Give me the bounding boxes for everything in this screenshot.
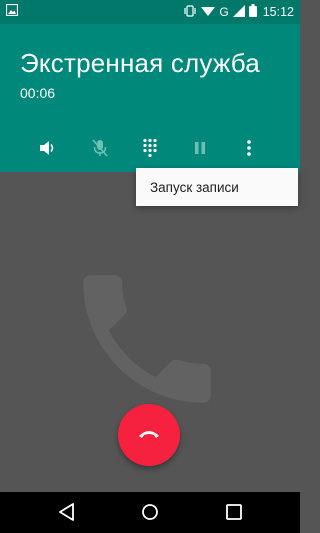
mute-icon bbox=[92, 138, 108, 162]
home-icon[interactable] bbox=[140, 502, 160, 527]
speaker-button[interactable] bbox=[28, 128, 68, 172]
vibrate-icon bbox=[183, 4, 197, 20]
speaker-icon bbox=[39, 139, 57, 162]
call-controls bbox=[0, 128, 300, 172]
battery-icon bbox=[248, 4, 257, 20]
status-time: 15:12 bbox=[262, 5, 294, 19]
overflow-popup-menu: Запуск записи bbox=[136, 168, 298, 206]
overflow-menu-button[interactable] bbox=[229, 128, 269, 172]
call-header: Экстренная служба 00:06 bbox=[0, 24, 300, 172]
signal-icon bbox=[232, 4, 245, 20]
dialpad-button[interactable] bbox=[130, 128, 170, 172]
network-type-label: G bbox=[219, 5, 229, 19]
hang-up-icon bbox=[138, 426, 160, 444]
end-call-button[interactable] bbox=[118, 404, 180, 466]
dialpad-icon bbox=[142, 138, 158, 163]
hold-button[interactable] bbox=[180, 128, 220, 172]
call-timer: 00:06 bbox=[20, 85, 56, 101]
image-notification-icon bbox=[5, 3, 19, 21]
hold-icon bbox=[194, 141, 206, 160]
phone-placeholder-icon bbox=[62, 254, 232, 429]
mute-button[interactable] bbox=[80, 128, 120, 172]
back-icon[interactable] bbox=[58, 502, 76, 527]
status-bar: G 15:12 bbox=[0, 0, 300, 24]
menu-item-start-recording[interactable]: Запуск записи bbox=[150, 180, 239, 195]
overflow-menu-icon bbox=[246, 139, 252, 162]
recents-icon[interactable] bbox=[224, 502, 244, 527]
navigation-bar bbox=[0, 492, 300, 533]
contact-name: Экстренная служба bbox=[20, 48, 260, 78]
wifi-icon bbox=[201, 5, 216, 20]
